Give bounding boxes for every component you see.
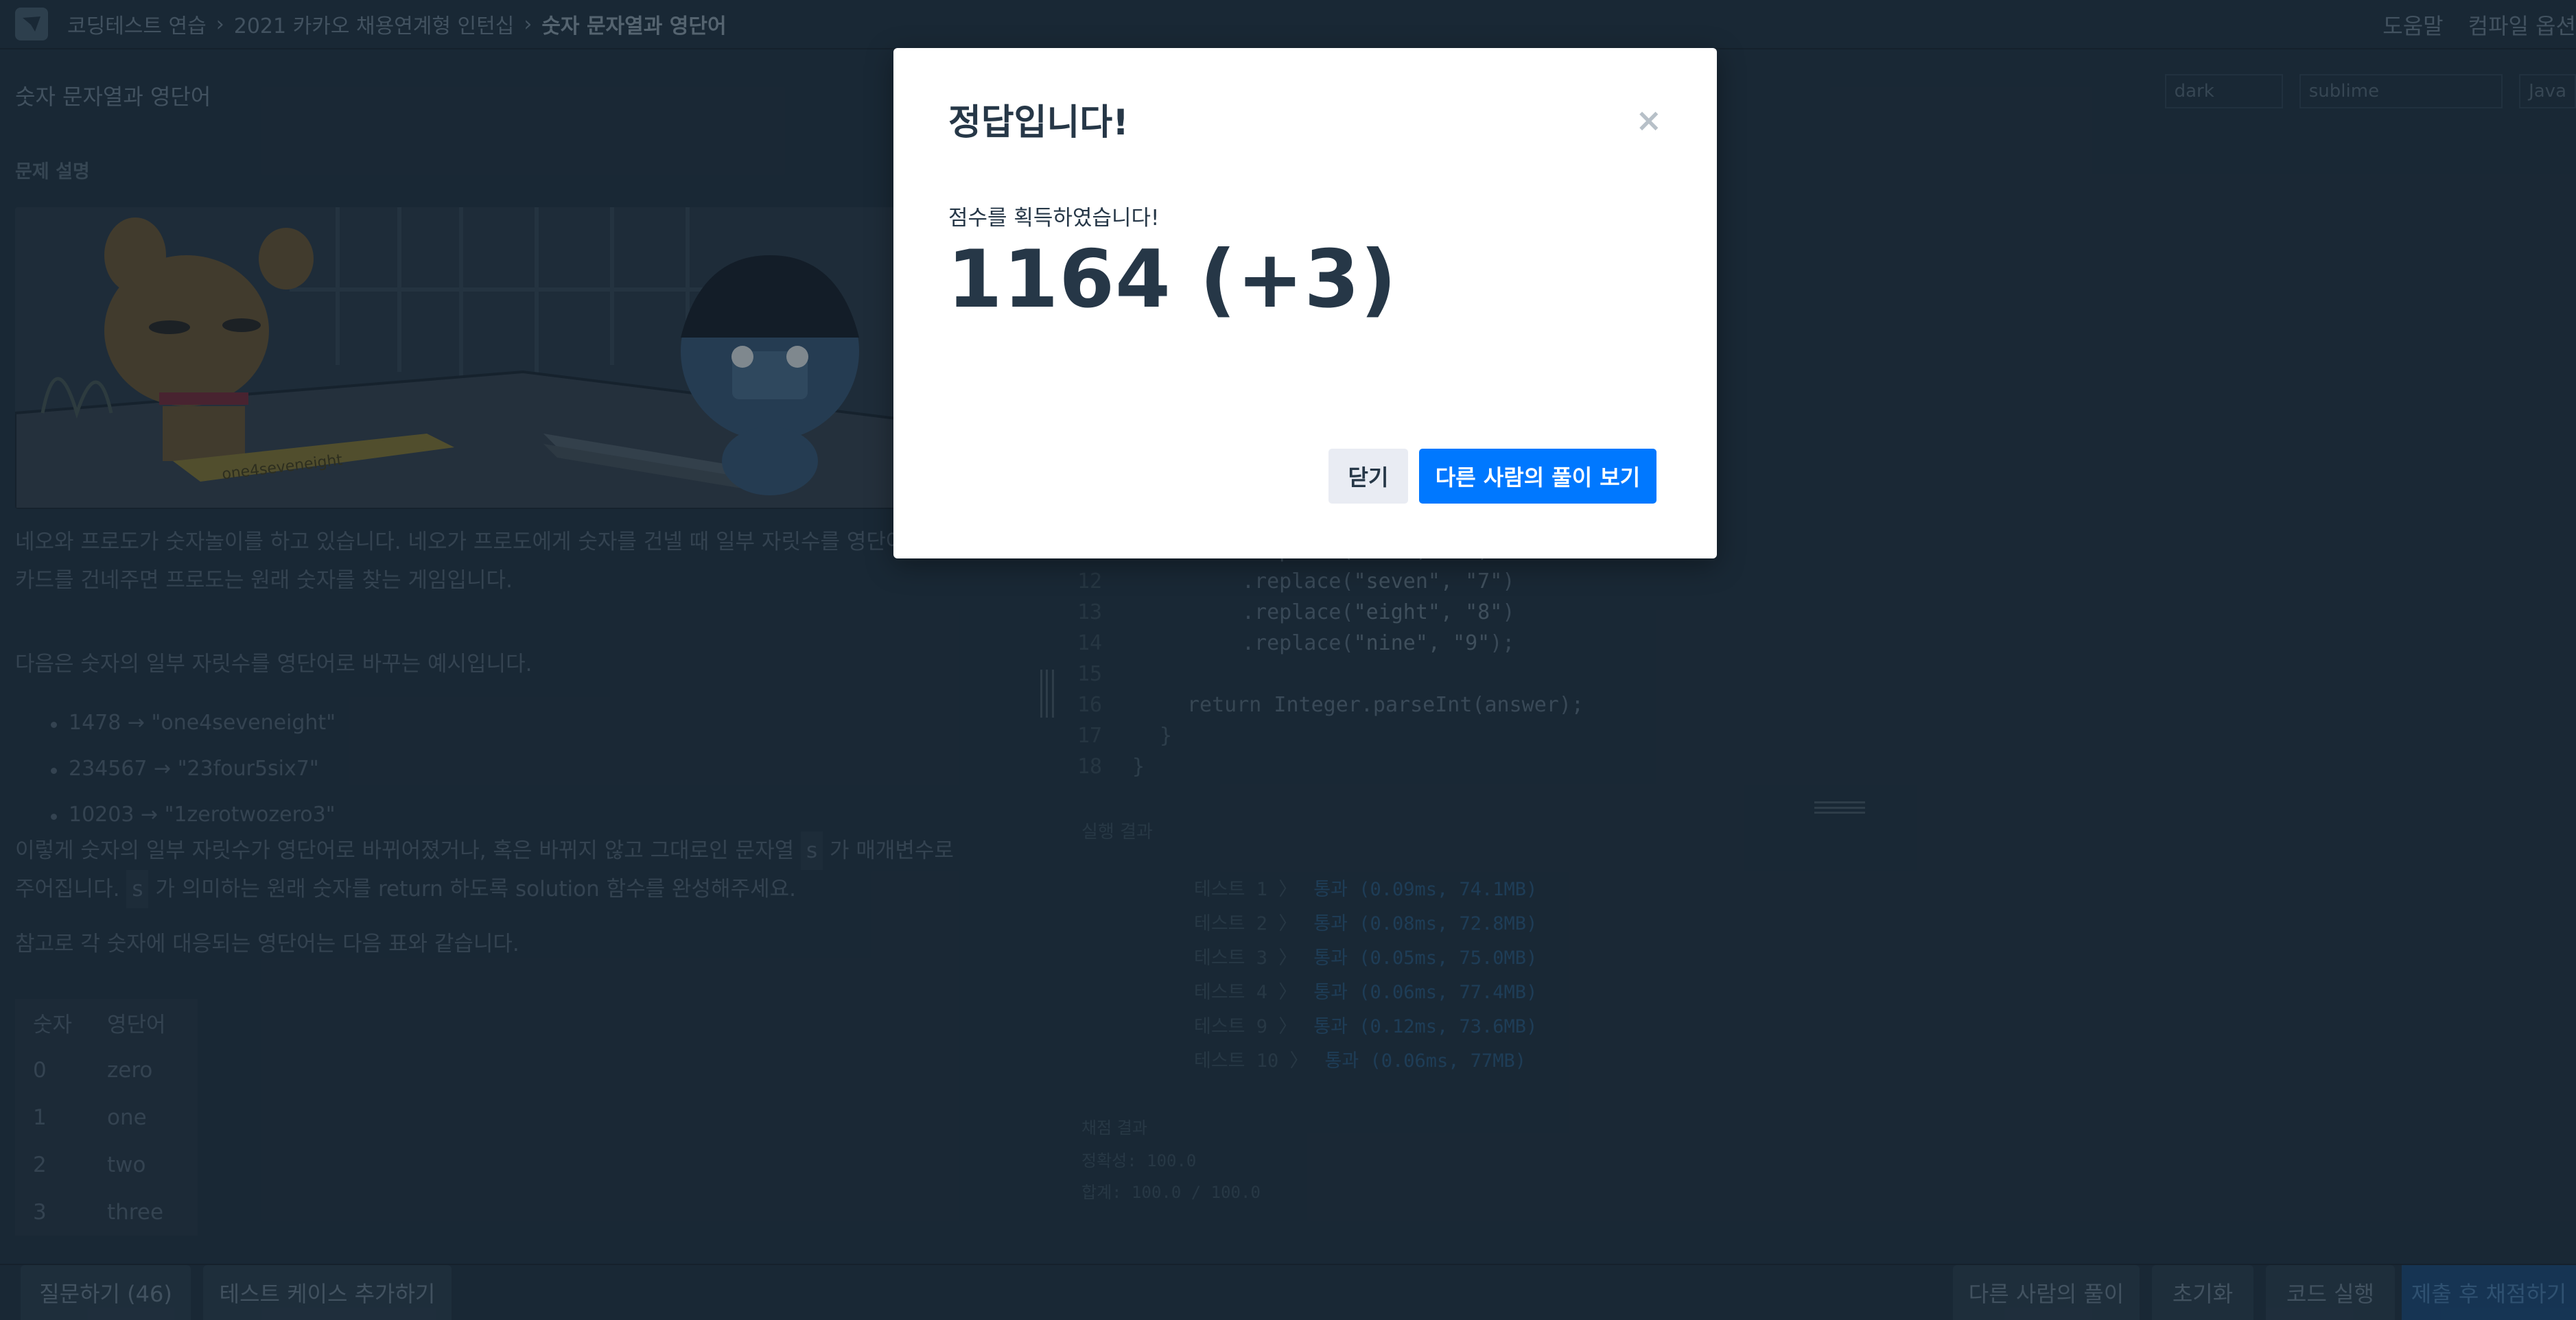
- modal-message: 점수를 획득하였습니다!: [948, 206, 1160, 231]
- close-button[interactable]: 닫기: [1328, 449, 1408, 504]
- score-value: 1164 (+3): [947, 233, 1398, 326]
- close-icon[interactable]: ×: [1635, 104, 1662, 136]
- result-modal: 정답입니다! × 점수를 획득하였습니다! 1164 (+3) 닫기 다른 사람…: [893, 48, 1717, 558]
- view-others-solutions-button[interactable]: 다른 사람의 풀이 보기: [1419, 449, 1656, 504]
- modal-title: 정답입니다!: [948, 102, 1129, 143]
